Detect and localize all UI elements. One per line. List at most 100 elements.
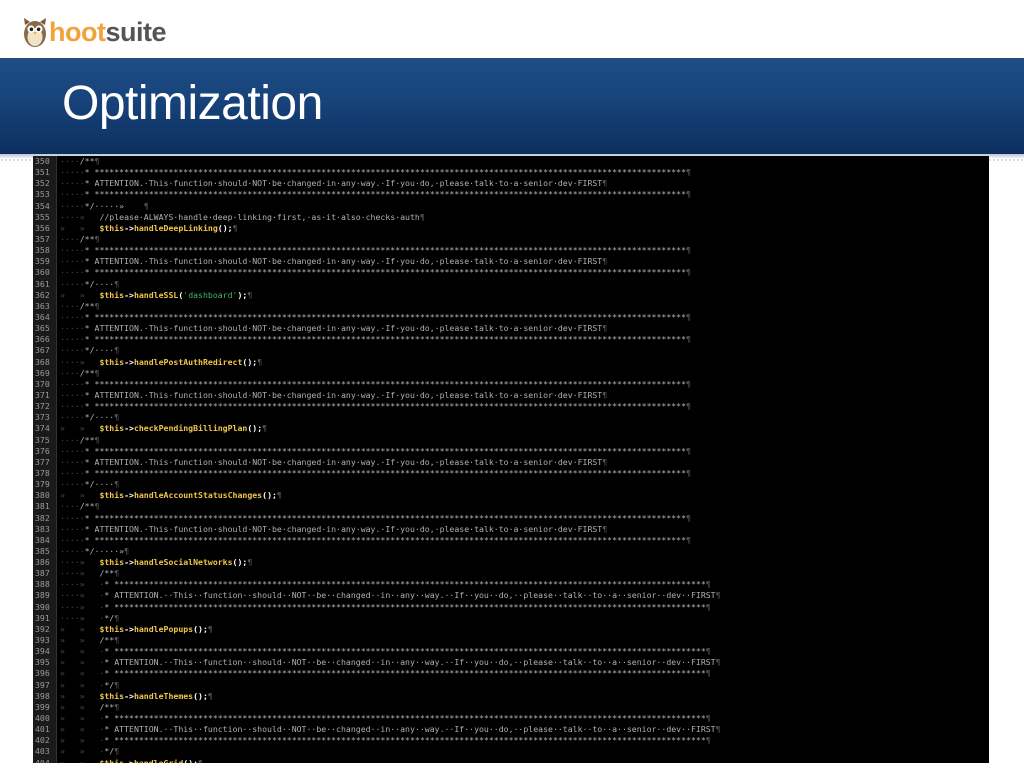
pilcrow-marker: ¶	[247, 557, 253, 568]
code-text: ·····* *********************************…	[60, 513, 691, 524]
pilcrow-marker: ¶	[705, 735, 711, 746]
line-number: 355	[35, 211, 50, 222]
code-line: 363 ····/**¶	[33, 301, 989, 312]
pilcrow-marker: ¶	[602, 389, 608, 400]
code-line: 393 » » /**¶	[33, 635, 989, 646]
line-number: 368	[35, 356, 50, 367]
pilcrow-marker: ¶	[715, 590, 721, 601]
whitespace-marker: » » ·	[60, 668, 105, 679]
pilcrow-marker: ¶	[198, 757, 203, 763]
whitespace-marker: ····»	[60, 557, 100, 568]
line-number: 374	[35, 423, 50, 434]
comment-stars: * **************************************…	[84, 334, 687, 345]
line-number: 398	[35, 690, 50, 701]
code-text: » » $this->handleAccountStatusChanges();…	[60, 490, 282, 501]
code-line: 354 ·····*/·····» ¶	[33, 201, 989, 212]
code-line: 378 ·····* ******************************…	[33, 468, 989, 479]
pilcrow-marker: ¶	[94, 300, 100, 311]
code-text: ·····*/····¶	[60, 279, 119, 290]
code-text: ····» //please·ALWAYS·handle·deep·linkin…	[60, 212, 425, 223]
whitespace-marker: » » ·	[60, 657, 105, 668]
code-text: ·····* ATTENTION.·This·function·should·N…	[60, 178, 607, 189]
code-text: ····/**¶	[60, 301, 99, 312]
paren-close: );	[198, 623, 208, 634]
line-number: 399	[35, 701, 50, 712]
code-line: 375 ····/**¶	[33, 435, 989, 446]
code-line: 394 » » ·* ******************************…	[33, 646, 989, 657]
attention-comment: * ATTENTION.··This··function··should··NO…	[104, 657, 716, 668]
whitespace-marker: ·····	[60, 456, 85, 467]
method-name: handleAccountStatusChanges	[133, 490, 263, 501]
code-text: ····/**¶	[60, 501, 99, 512]
comment-stars: * **************************************…	[84, 378, 687, 389]
line-number: 352	[35, 178, 50, 189]
whitespace-marker: » » ·	[60, 713, 105, 724]
attention-comment: * ATTENTION.·This·function·should·NOT·be…	[84, 178, 603, 189]
whitespace-marker: » »	[60, 289, 100, 300]
line-number: 386	[35, 557, 50, 568]
code-line: 403 » » ·*/¶	[33, 746, 989, 757]
whitespace-marker: ····	[60, 300, 80, 311]
whitespace-marker: ·····	[60, 278, 85, 289]
line-number: 379	[35, 479, 50, 490]
pilcrow-marker: ¶	[94, 367, 100, 378]
comment-stars: * **************************************…	[84, 467, 687, 478]
code-text: » » $this->handleGrid();¶	[60, 758, 203, 763]
whitespace-marker: ·····	[60, 534, 85, 545]
this-variable: $this	[99, 222, 125, 233]
pilcrow-marker: ¶	[686, 189, 691, 200]
comment-close: */	[104, 612, 115, 623]
code-text: » » ·*/¶	[60, 746, 119, 757]
comment-stars: * **************************************…	[84, 267, 687, 278]
line-number: 395	[35, 657, 50, 668]
this-variable: $this	[99, 557, 125, 568]
comment-open: /**	[79, 501, 95, 512]
pilcrow-marker: ¶	[686, 445, 691, 456]
whitespace-marker: » »	[60, 222, 100, 233]
paren-close: );	[188, 757, 199, 763]
line-number: 375	[35, 434, 50, 445]
comment-open: /**	[99, 568, 115, 579]
pilcrow-marker: ¶	[686, 467, 691, 478]
whitespace-marker: ····» ·	[60, 590, 105, 601]
code-text: ····/**¶	[60, 435, 99, 446]
line-number: 402	[35, 735, 50, 746]
inline-comment: //please·ALWAYS·handle·deep·linking·firs…	[99, 211, 420, 222]
comment-open: /**	[79, 233, 95, 244]
line-number: 400	[35, 713, 50, 724]
method-name: handleSSL	[133, 289, 179, 300]
line-number: 370	[35, 378, 50, 389]
code-line: 388 ····» ·* ****************************…	[33, 579, 989, 590]
code-line: 357 ····/**¶	[33, 234, 989, 245]
pilcrow-marker: ¶	[207, 690, 213, 701]
whitespace-marker: » »	[60, 623, 100, 634]
code-line: 352 ·····* ATTENTION.·This·function·shoul…	[33, 178, 989, 189]
whitespace-marker: » » ·	[60, 735, 105, 746]
whitespace-marker: » » ·	[60, 646, 105, 657]
code-line: 372 ·····* ******************************…	[33, 401, 989, 412]
line-number: 358	[35, 245, 50, 256]
whitespace-marker: ·····	[60, 412, 85, 423]
method-name: handleDeepLinking	[133, 222, 218, 233]
comment-stars: * **************************************…	[84, 401, 687, 412]
code-text: » » $this->handleSSL('dashboard');¶	[60, 290, 252, 301]
line-number: 356	[35, 222, 50, 233]
comment-stars: * **************************************…	[104, 601, 706, 612]
code-line: 370 ·····* ******************************…	[33, 379, 989, 390]
arrow-operator: ->	[124, 690, 134, 701]
whitespace-marker: ····	[60, 156, 80, 166]
code-line: 391 ····» ·*/¶	[33, 613, 989, 624]
line-number: 376	[35, 445, 50, 456]
comment-close: */····	[84, 412, 115, 423]
code-line: 374 » » $this->checkPendingBillingPlan();…	[33, 423, 989, 434]
pilcrow-marker: ¶	[686, 334, 691, 345]
pilcrow-marker: ¶	[257, 356, 263, 367]
line-number: 364	[35, 311, 50, 322]
whitespace-marker: ·····	[60, 389, 85, 400]
pilcrow-marker: ¶	[705, 713, 711, 724]
whitespace-marker: ····»	[60, 211, 100, 222]
code-text: » » /**¶	[60, 702, 119, 713]
line-number: 382	[35, 512, 50, 523]
code-text: » » $this->handlePopups();¶	[60, 624, 213, 635]
pilcrow-marker: ¶	[262, 423, 268, 434]
